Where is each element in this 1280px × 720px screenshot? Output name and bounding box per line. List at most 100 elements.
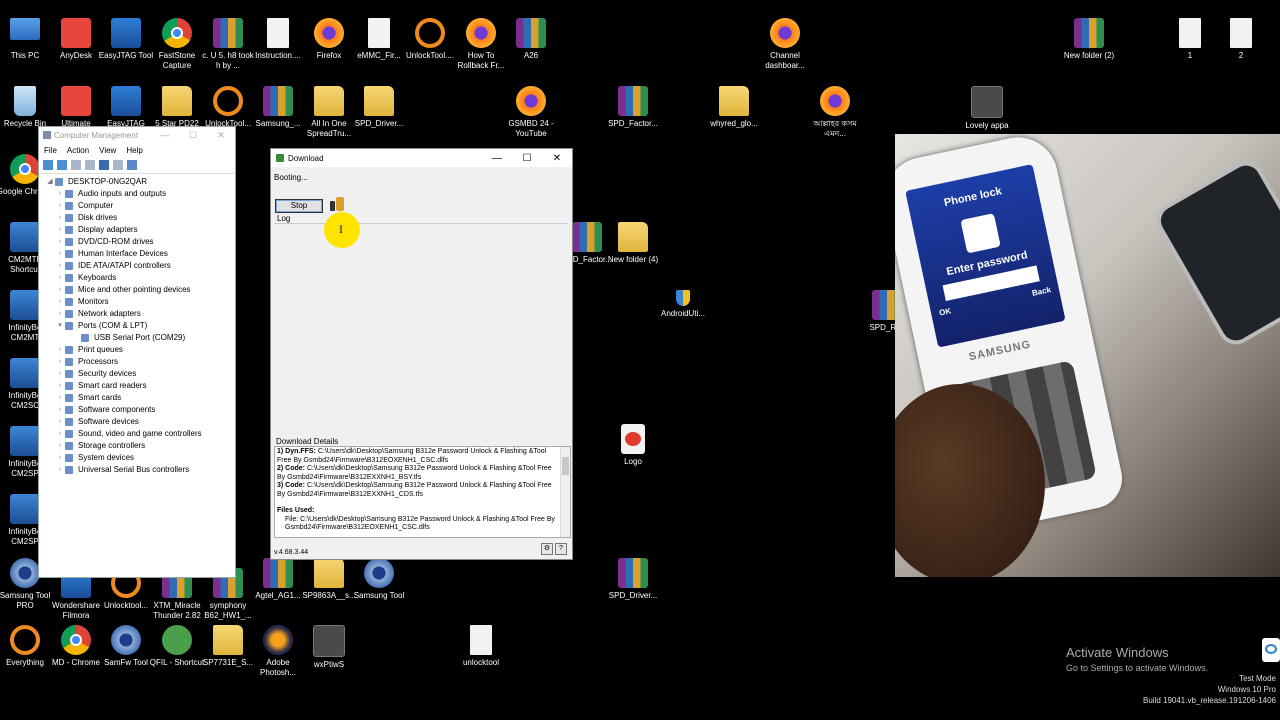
expand-arrow-icon[interactable]: ›	[55, 440, 65, 452]
desktop-icon-logo[interactable]: Logo	[604, 424, 662, 467]
desktop-icon-samfw[interactable]: SamFw Tool	[97, 625, 155, 668]
expand-arrow-icon[interactable]: ›	[55, 308, 65, 320]
expand-arrow-icon[interactable]: ›	[55, 356, 65, 368]
expand-arrow-icon[interactable]: ›	[55, 428, 65, 440]
details-scrollbar[interactable]	[560, 447, 570, 537]
desktop-icon-qfil[interactable]: QFIL - Shortcut	[148, 625, 206, 668]
expand-arrow-icon[interactable]: ›	[55, 296, 65, 308]
tree-node[interactable]: › Keyboards	[45, 272, 235, 284]
menu-action[interactable]: Action	[67, 146, 89, 155]
expand-arrow-icon[interactable]: ›	[55, 272, 65, 284]
back-arrow-icon[interactable]	[43, 160, 53, 170]
desktop-icon-file-2[interactable]: 2	[1212, 18, 1270, 61]
expand-arrow-icon[interactable]: ›	[55, 188, 65, 200]
expand-arrow-icon[interactable]: ›	[55, 380, 65, 392]
log-area[interactable]	[274, 223, 568, 434]
expand-arrow-icon[interactable]: ›	[55, 404, 65, 416]
expand-arrow-icon[interactable]: ›	[55, 416, 65, 428]
tree-node[interactable]: › Processors	[45, 356, 235, 368]
expand-arrow-icon[interactable]: ›	[55, 224, 65, 236]
desktop-icon-this-pc[interactable]: This PC	[0, 18, 54, 61]
desktop-icon-samsung-rar[interactable]: Samsung_...	[249, 86, 307, 129]
menu-help[interactable]: Help	[126, 146, 142, 155]
show-tree-icon[interactable]	[85, 160, 95, 170]
tree-node[interactable]: › Computer	[45, 200, 235, 212]
up-folder-icon[interactable]	[71, 160, 81, 170]
download-titlebar[interactable]: Download — ☐ ✕	[271, 149, 572, 167]
desktop-icon-easyjtag2[interactable]: EasyJTAG	[97, 86, 155, 129]
properties-icon[interactable]	[113, 160, 123, 170]
tree-node[interactable]: › Disk drives	[45, 212, 235, 224]
expand-arrow-icon[interactable]: ›	[55, 284, 65, 296]
expand-arrow-icon[interactable]: ›	[55, 392, 65, 404]
desktop-icon-unlocktool1[interactable]: UnlockTool....	[401, 18, 459, 61]
download-details-box[interactable]: 1) Dyn.FFS: C:\Users\dk\Desktop\Samsung …	[274, 446, 571, 538]
tree-node[interactable]: › Human Interface Devices	[45, 248, 235, 260]
monitor-icon[interactable]	[127, 160, 137, 170]
stop-button[interactable]: Stop	[275, 199, 323, 213]
tree-node[interactable]: › Software components	[45, 404, 235, 416]
teamviewer-icon[interactable]	[1262, 638, 1280, 662]
desktop-icon-unlocktool-file[interactable]: unlocktool	[452, 625, 510, 668]
tree-node[interactable]: › Security devices	[45, 368, 235, 380]
collapse-arrow-icon[interactable]: ◢	[45, 176, 55, 188]
desktop-icon-gsmbd[interactable]: GSMBD 24 - YouTube	[502, 86, 560, 139]
tree-node[interactable]: › System devices	[45, 452, 235, 464]
tree-node[interactable]: USB Serial Port (COM29)	[45, 332, 235, 344]
desktop-icon-wxptiws[interactable]: wxPtiwS	[300, 625, 358, 670]
cm-minimize-button[interactable]: —	[151, 130, 179, 140]
desktop-icon-samsung-tool[interactable]: Samsung Tool	[350, 558, 408, 601]
desktop-icon-photoshop[interactable]: Adobe Photosh...	[249, 625, 307, 678]
desktop-icon-faststone[interactable]: FastStone Capture	[148, 18, 206, 71]
close-button[interactable]: ✕	[542, 153, 572, 164]
tree-node[interactable]: › Monitors	[45, 296, 235, 308]
tree-node[interactable]: › Network adapters	[45, 308, 235, 320]
desktop-icon-spd-factor-top[interactable]: SPD_Factor...	[604, 86, 662, 129]
tree-node[interactable]: › Smart cards	[45, 392, 235, 404]
tree-root[interactable]: ◢ DESKTOP-0NG2QAR	[45, 176, 235, 188]
tree-node[interactable]: › Audio inputs and outputs	[45, 188, 235, 200]
forward-arrow-icon[interactable]	[57, 160, 67, 170]
expand-arrow-icon[interactable]: ›	[55, 464, 65, 476]
desktop-icon-spd-driver-bot[interactable]: SPD_Driver...	[604, 558, 662, 601]
menu-view[interactable]: View	[99, 146, 116, 155]
expand-arrow-icon[interactable]: ›	[55, 200, 65, 212]
desktop-icon-new-folder-2[interactable]: New folder (2)	[1060, 18, 1118, 61]
maximize-button[interactable]: ☐	[512, 153, 542, 164]
desktop-icon-emmc[interactable]: eMMC_Fir...	[350, 18, 408, 61]
desktop-icon-lovely-appa[interactable]: Lovely appa	[958, 86, 1016, 131]
minimize-button[interactable]: —	[482, 153, 512, 164]
tree-node[interactable]: › Software devices	[45, 416, 235, 428]
expand-arrow-icon[interactable]: ›	[55, 368, 65, 380]
help-icon[interactable]	[99, 160, 109, 170]
expand-arrow-icon[interactable]: ›	[55, 212, 65, 224]
desktop-icon-a26[interactable]: A26	[502, 18, 560, 61]
expand-arrow-icon[interactable]: ›	[55, 236, 65, 248]
expand-arrow-icon[interactable]: ›	[55, 344, 65, 356]
help-button[interactable]: ?	[555, 543, 567, 555]
expand-arrow-icon[interactable]: ›	[55, 248, 65, 260]
desktop-icon-channel-dash[interactable]: Channel dashboar...	[756, 18, 814, 71]
tree-node[interactable]: › Universal Serial Bus controllers	[45, 464, 235, 476]
desktop-icon-whyred[interactable]: whyred_glo...	[705, 86, 763, 129]
scrollbar-thumb[interactable]	[562, 457, 569, 475]
desktop-icon-recycle-bin[interactable]: Recycle Bin	[0, 86, 54, 129]
settings-icon[interactable]: ⚙	[541, 543, 553, 555]
desktop-icon-android-uti[interactable]: AndroidUti...	[654, 290, 712, 319]
cm-maximize-button[interactable]: ☐	[179, 130, 207, 141]
tree-node[interactable]: › DVD/CD-ROM drives	[45, 236, 235, 248]
desktop-icon-file-1[interactable]: 1	[1161, 18, 1219, 61]
desktop-icon-everything[interactable]: Everything	[0, 625, 54, 668]
menu-file[interactable]: File	[44, 146, 57, 155]
tree-node[interactable]: › Mice and other pointing devices	[45, 284, 235, 296]
tree-node[interactable]: ▾ Ports (COM & LPT)	[45, 320, 235, 332]
tree-node[interactable]: › Smart card readers	[45, 380, 235, 392]
tree-node[interactable]: › Sound, video and game controllers	[45, 428, 235, 440]
desktop-icon-agtel[interactable]: Agtel_AG1...	[249, 558, 307, 601]
tree-node[interactable]: › IDE ATA/ATAPI controllers	[45, 260, 235, 272]
desktop-icon-easyjtag[interactable]: EasyJTAG Tool	[97, 18, 155, 61]
tree-node[interactable]: › Print queues	[45, 344, 235, 356]
desktop-icon-instruction[interactable]: Instruction....	[249, 18, 307, 61]
desktop-icon-spd-driver-top[interactable]: SPD_Driver...	[350, 86, 408, 129]
collapse-arrow-icon[interactable]: ▾	[55, 320, 65, 332]
